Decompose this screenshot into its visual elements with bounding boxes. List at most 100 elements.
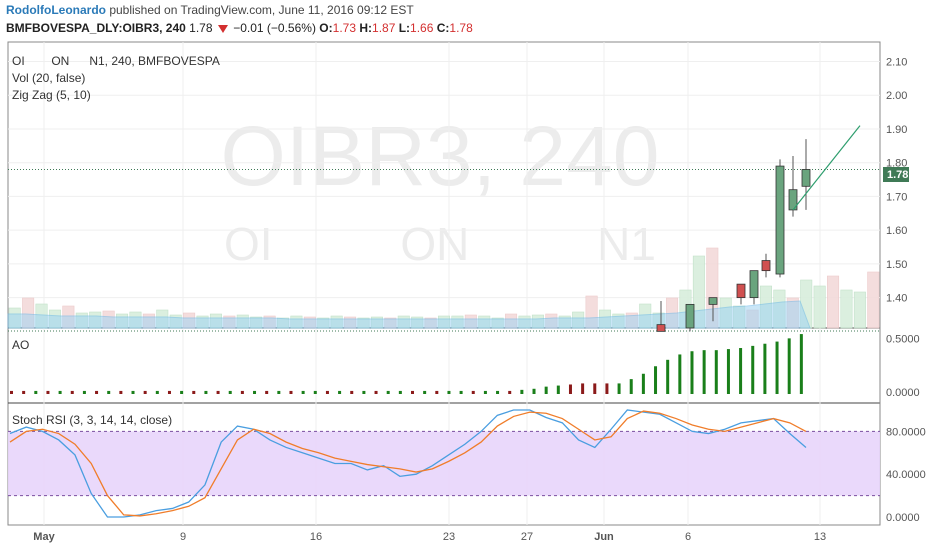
ao-bar	[678, 354, 682, 394]
candle-body	[761, 260, 771, 272]
volume-bar	[853, 291, 866, 329]
candle-body	[685, 303, 695, 329]
candle-body	[708, 297, 718, 305]
ao-bar	[459, 390, 463, 394]
y-tick-label: 1.90	[886, 124, 907, 136]
candle-body	[749, 270, 759, 299]
stoch-tick-label: 0.0000	[886, 512, 920, 524]
x-tick-label: 13	[814, 531, 826, 543]
ao-bar	[411, 390, 414, 394]
ao-bar	[46, 390, 50, 394]
ao-bar	[556, 385, 560, 394]
ao-bar	[799, 334, 803, 394]
ao-bar	[690, 351, 694, 394]
ao-bar	[95, 390, 99, 394]
ao-bar	[119, 390, 123, 394]
ao-bar	[787, 338, 791, 394]
ao-title: AO	[12, 338, 29, 352]
ao-bar	[107, 390, 111, 394]
ao-bar	[593, 383, 597, 394]
ao-bar	[423, 390, 427, 394]
ao-bar	[82, 390, 86, 394]
ao-bar	[325, 390, 329, 394]
ao-bar	[240, 390, 244, 394]
ao-bar	[447, 390, 451, 394]
ao-bar	[726, 349, 730, 394]
ao-bar	[398, 390, 402, 394]
zigzag-line	[792, 125, 861, 211]
x-tick-label: May	[33, 531, 55, 543]
ao-bar	[654, 366, 658, 394]
candle-body	[656, 324, 666, 332]
ao-bar	[265, 390, 269, 394]
ao-bar	[301, 390, 305, 394]
ao-bar	[253, 390, 257, 394]
ao-bar	[131, 390, 135, 394]
y-tick-label: 1.50	[886, 259, 907, 271]
ao-bar	[350, 390, 354, 394]
ao-bar	[216, 390, 220, 394]
ao-bar	[508, 390, 512, 394]
ao-bar	[629, 379, 633, 394]
ao-bar	[192, 390, 196, 394]
ao-bar	[568, 384, 572, 394]
x-tick-label: Jun	[594, 531, 614, 543]
stoch-tick-label: 40.0000	[886, 469, 926, 481]
ao-bar	[471, 390, 475, 394]
y-tick-label: 1.60	[886, 225, 907, 237]
ao-bar	[496, 390, 500, 394]
x-tick-label: 16	[310, 531, 322, 543]
ao-bar	[155, 390, 159, 394]
ao-bar	[338, 390, 342, 394]
volume-bar	[840, 289, 853, 329]
ao-bar	[775, 341, 779, 394]
y-tick-label: 1.70	[886, 191, 907, 203]
ao-bar	[143, 390, 147, 394]
ao-bar	[58, 390, 62, 394]
candle-body	[801, 169, 811, 187]
y-tick-label: 1.40	[886, 293, 907, 305]
last-price-tag-text: 1.78	[887, 169, 908, 181]
y-tick-label: 2.10	[886, 56, 907, 68]
ao-bar	[666, 359, 670, 394]
chart-canvas[interactable]: OIBR3, 240 OI ON N1 May 9 16 23 27 Jun 6 13 2.10…	[0, 0, 932, 550]
ao-bar	[34, 390, 38, 394]
ao-bar	[386, 390, 390, 394]
ao-bar	[763, 343, 767, 394]
ao-bar	[204, 390, 208, 394]
watermark-subtitle: OI ON N1	[224, 218, 656, 270]
candle-body	[736, 283, 746, 299]
volume-bar	[827, 275, 840, 329]
ao-bar	[22, 390, 26, 394]
ao-bar	[180, 390, 184, 394]
watermark-symbol: OIBR3, 240	[221, 109, 660, 203]
y-tick-label: 2.00	[886, 90, 907, 102]
ao-bar	[70, 390, 74, 394]
ao-bar	[617, 383, 621, 394]
ao-bar	[228, 390, 232, 394]
candle-body	[775, 165, 785, 275]
x-tick-label: 27	[521, 531, 533, 543]
ao-bar	[362, 390, 366, 394]
ao-bar	[167, 390, 171, 394]
ao-bar	[544, 386, 548, 394]
ao-bar	[532, 388, 536, 394]
ao-bar	[10, 390, 13, 394]
ao-bar	[374, 390, 378, 394]
stoch-rsi-title: Stoch RSI (3, 3, 14, 14, close)	[12, 413, 172, 427]
ao-bar	[520, 389, 524, 394]
ao-bar	[313, 390, 317, 394]
ao-bar	[581, 383, 585, 394]
ao-bar	[435, 390, 439, 394]
ao-bar	[714, 350, 718, 394]
ao-bar	[483, 390, 487, 394]
legend-volume: Vol (20, false)	[12, 71, 85, 85]
ao-bar	[751, 345, 755, 394]
volume-bar	[813, 285, 826, 329]
x-tick-label: 6	[685, 531, 691, 543]
stoch-tick-label: 80.0000	[886, 426, 926, 438]
ao-bar	[739, 348, 743, 394]
legend-zigzag: Zig Zag (5, 10)	[12, 88, 91, 102]
ao-tick-label: 0.5000	[886, 333, 920, 345]
ao-bar	[605, 383, 609, 394]
